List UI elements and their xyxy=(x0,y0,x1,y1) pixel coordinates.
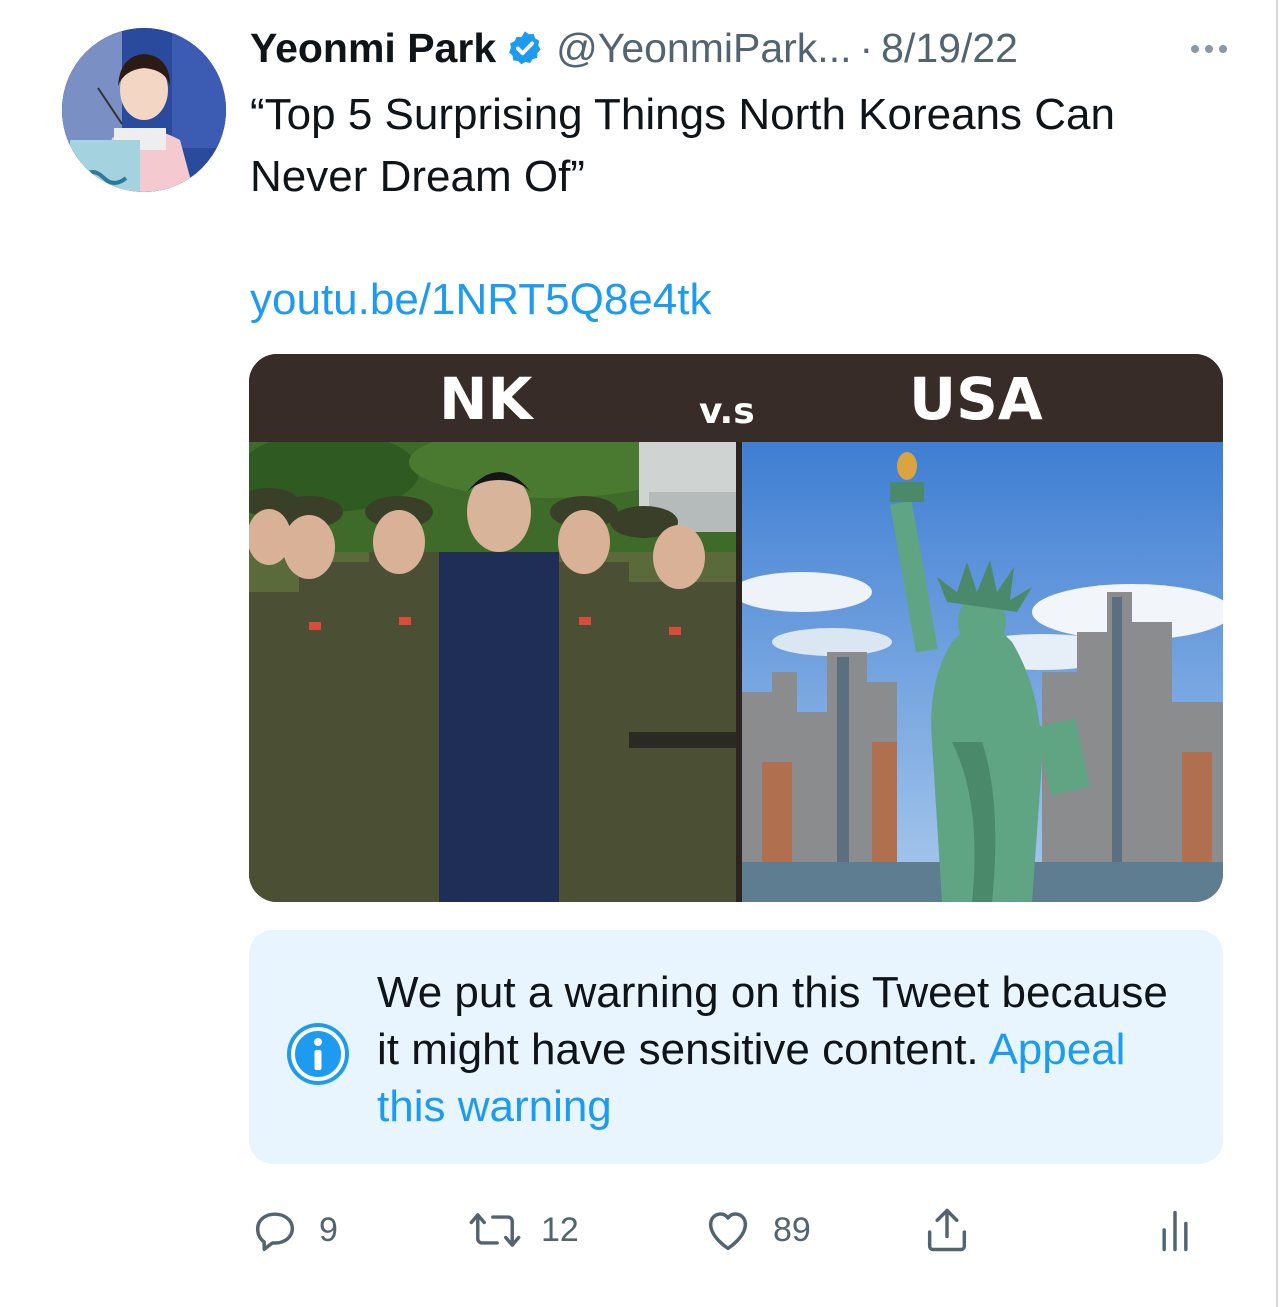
share-icon xyxy=(927,1208,967,1252)
author-name[interactable]: Yeonmi Park xyxy=(250,25,496,72)
retweet-count: 12 xyxy=(541,1210,579,1249)
share-button[interactable] xyxy=(921,1200,973,1260)
retweet-icon xyxy=(469,1213,521,1247)
tweet-link[interactable]: youtu.be/1NRT5Q8e4tk xyxy=(250,272,711,328)
profile-avatar[interactable] xyxy=(62,28,226,192)
more-options-icon[interactable] xyxy=(1186,30,1232,66)
sensitive-content-notice: We put a warning on this Tweet because i… xyxy=(249,930,1223,1164)
like-count: 89 xyxy=(773,1210,811,1249)
like-button[interactable]: 89 xyxy=(701,1200,811,1260)
reply-icon xyxy=(255,1212,295,1252)
heart-icon xyxy=(708,1212,748,1251)
retweet-button[interactable]: 12 xyxy=(467,1200,579,1260)
analytics-button[interactable] xyxy=(1155,1200,1195,1260)
tweet-text: “Top 5 Surprising Things North Koreans C… xyxy=(250,90,1115,201)
media-label-right: USA xyxy=(909,365,1043,433)
window-edge xyxy=(1276,0,1278,1307)
notice-message: We put a warning on this Tweet because i… xyxy=(377,964,1197,1135)
media-label-left: NK xyxy=(439,365,533,433)
tweet-actions: 9 12 89 xyxy=(249,1200,1223,1260)
avatar-image xyxy=(62,28,226,192)
header-separator: · xyxy=(859,24,874,71)
media-photo-right xyxy=(742,442,1223,902)
reply-button[interactable]: 9 xyxy=(249,1200,338,1260)
tweet-media[interactable]: NK v.s USA xyxy=(249,354,1223,902)
tweet-header: Yeonmi Park @YeonmiPark... · 8/19/22 xyxy=(250,20,1240,76)
author-handle[interactable]: @YeonmiPark... xyxy=(556,25,851,72)
info-icon xyxy=(285,1021,351,1087)
media-photo-left xyxy=(249,442,736,902)
verified-badge-icon xyxy=(506,29,544,67)
media-label-middle: v.s xyxy=(699,391,755,432)
analytics-icon xyxy=(1162,1210,1188,1252)
reply-count: 9 xyxy=(319,1210,338,1249)
tweet-date[interactable]: 8/19/22 xyxy=(881,25,1018,72)
